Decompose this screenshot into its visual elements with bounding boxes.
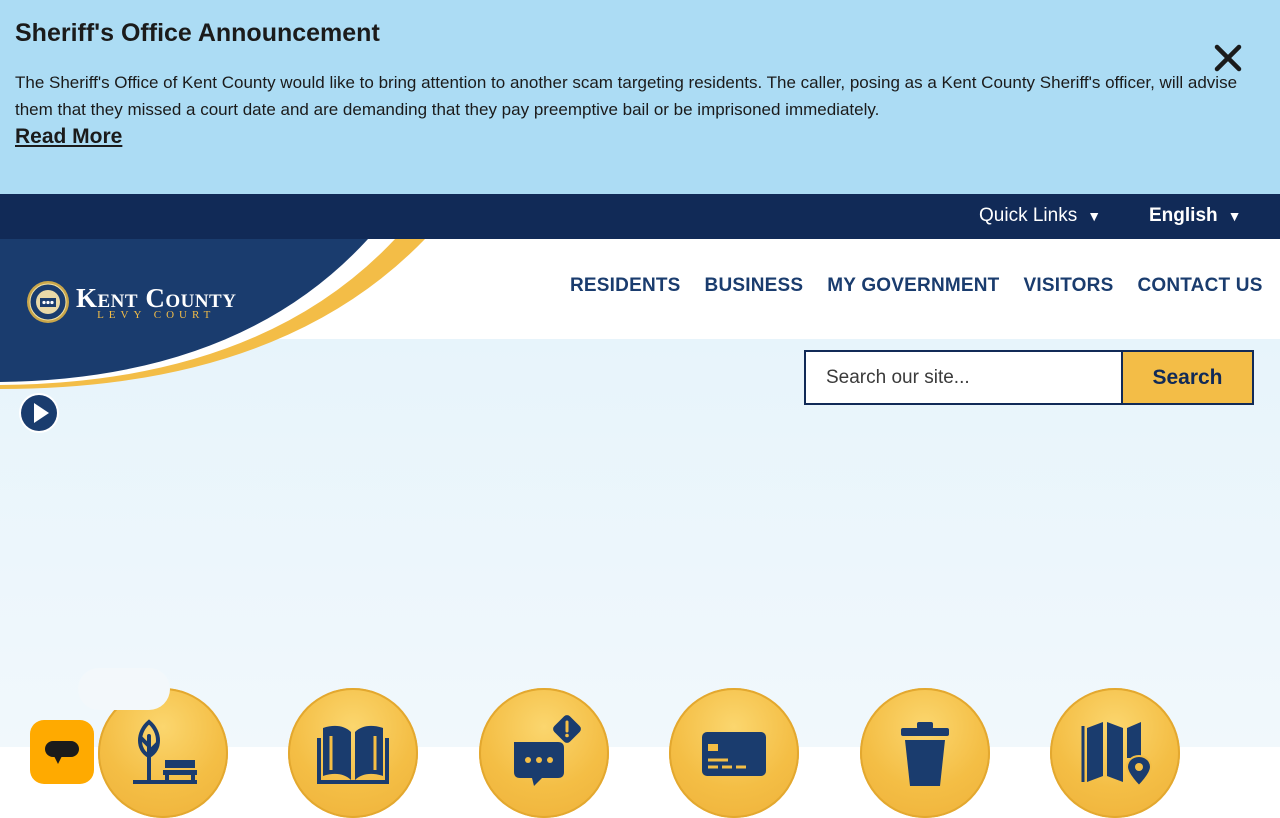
site-logo[interactable]: Kent County LEVY COURT	[26, 280, 236, 324]
quick-service-trash[interactable]	[860, 688, 990, 818]
announcement-banner: Sheriff's Office Announcement The Sherif…	[0, 0, 1280, 194]
park-bench-icon	[133, 719, 197, 784]
credit-card-icon	[702, 732, 766, 776]
nav-business[interactable]: BUSINESS	[705, 275, 804, 297]
caret-down-icon: ▼	[1227, 208, 1242, 224]
language-label: English	[1149, 205, 1218, 226]
announcement-text: The Sheriff's Office of Kent County woul…	[15, 73, 1238, 119]
quick-service-library[interactable]	[288, 688, 418, 818]
chat-widget-button[interactable]	[30, 720, 94, 784]
caret-down-icon: ▼	[1087, 208, 1102, 224]
utility-bar: Quick Links ▼ English ▼	[0, 194, 1280, 239]
trash-can-icon	[901, 722, 949, 786]
nav-residents[interactable]: RESIDENTS	[570, 275, 681, 297]
brand-subtitle: LEVY COURT	[97, 308, 216, 321]
nav-contact-us[interactable]: CONTACT US	[1137, 275, 1262, 297]
quick-service-maps[interactable]	[1050, 688, 1180, 818]
site-search: Search	[804, 350, 1254, 405]
play-video-button[interactable]	[18, 392, 60, 434]
close-icon[interactable]	[1208, 38, 1248, 78]
brand-name: Kent County	[76, 282, 237, 313]
chat-icon	[45, 741, 79, 764]
nav-my-government[interactable]: MY GOVERNMENT	[827, 275, 999, 297]
quick-links-dropdown[interactable]: Quick Links ▼	[979, 205, 1101, 227]
search-button[interactable]: Search	[1121, 350, 1254, 405]
chat-alert-icon	[514, 715, 581, 786]
main-nav: RESIDENTS BUSINESS MY GOVERNMENT VISITOR…	[570, 275, 1263, 297]
chat-tooltip-bubble	[78, 668, 170, 710]
read-more-link[interactable]: Read More	[15, 125, 122, 149]
announcement-title: Sheriff's Office Announcement	[15, 19, 380, 47]
search-input[interactable]	[804, 350, 1121, 405]
county-seal-icon	[27, 281, 69, 323]
quick-service-payments[interactable]	[669, 688, 799, 818]
quick-links-label: Quick Links	[979, 205, 1078, 226]
play-icon	[19, 393, 59, 433]
nav-visitors[interactable]: VISITORS	[1024, 275, 1114, 297]
book-icon	[317, 725, 389, 784]
map-pin-icon	[1081, 722, 1153, 788]
language-select[interactable]: English ▼	[1149, 205, 1241, 227]
quick-service-report[interactable]	[479, 688, 609, 818]
